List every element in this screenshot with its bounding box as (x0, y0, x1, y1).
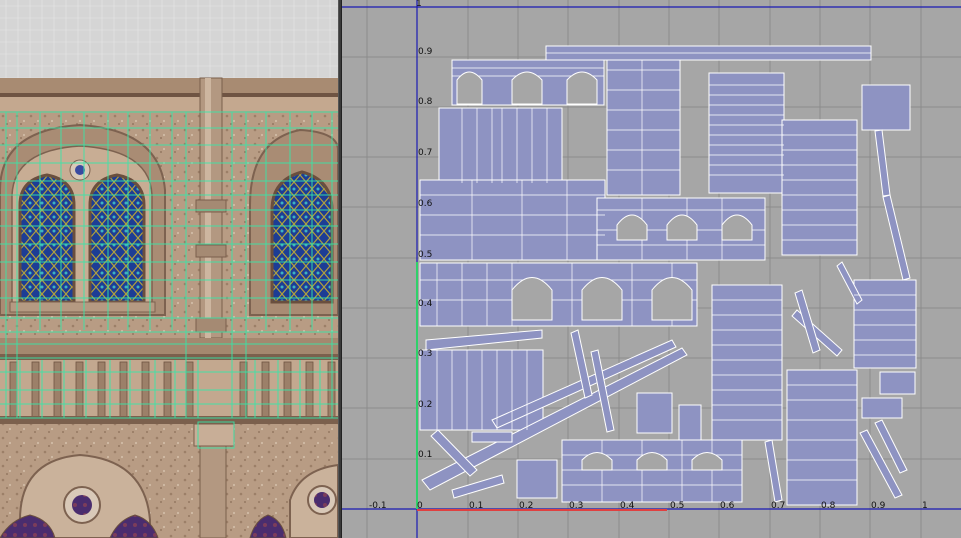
viewport-scene (0, 0, 338, 538)
v-label: 0.4 (418, 299, 433, 309)
v-label: 0.7 (418, 148, 432, 158)
u-label: 0.8 (821, 501, 836, 511)
u-label: 0.5 (670, 501, 684, 511)
v-label: 0.5 (418, 250, 432, 260)
u-label: 0.7 (771, 501, 785, 511)
stained-glass-right (88, 173, 146, 304)
3d-viewport[interactable] (0, 0, 338, 538)
stained-glass-third (270, 170, 334, 304)
stained-glass-left (18, 173, 76, 304)
u-label: 0.9 (871, 501, 886, 511)
v-label: 0.2 (418, 400, 432, 410)
upper-wall-region (0, 0, 338, 78)
v-label: 0.9 (418, 47, 433, 57)
v-label: 0.3 (418, 349, 432, 359)
v-label: 0.8 (418, 97, 433, 107)
u-label: 1 (922, 501, 928, 511)
u-label: 0.2 (519, 501, 533, 511)
v-label: 0.1 (418, 450, 432, 460)
uv-canvas[interactable]: 1 0.9 0.8 0.7 0.6 0.5 0.4 0.3 0.2 0.1 -0… (342, 0, 961, 538)
u-label: 0 (417, 501, 423, 511)
v-label: 0.6 (418, 199, 433, 209)
u-label: -0.1 (369, 501, 387, 511)
v-label: 1 (416, 0, 422, 9)
u-label: 0.1 (469, 501, 483, 511)
u-label: 0.4 (620, 501, 635, 511)
u-label: 0.6 (720, 501, 735, 511)
u-label: 0.3 (569, 501, 583, 511)
uv-editor[interactable]: 1 0.9 0.8 0.7 0.6 0.5 0.4 0.3 0.2 0.1 -0… (342, 0, 961, 538)
